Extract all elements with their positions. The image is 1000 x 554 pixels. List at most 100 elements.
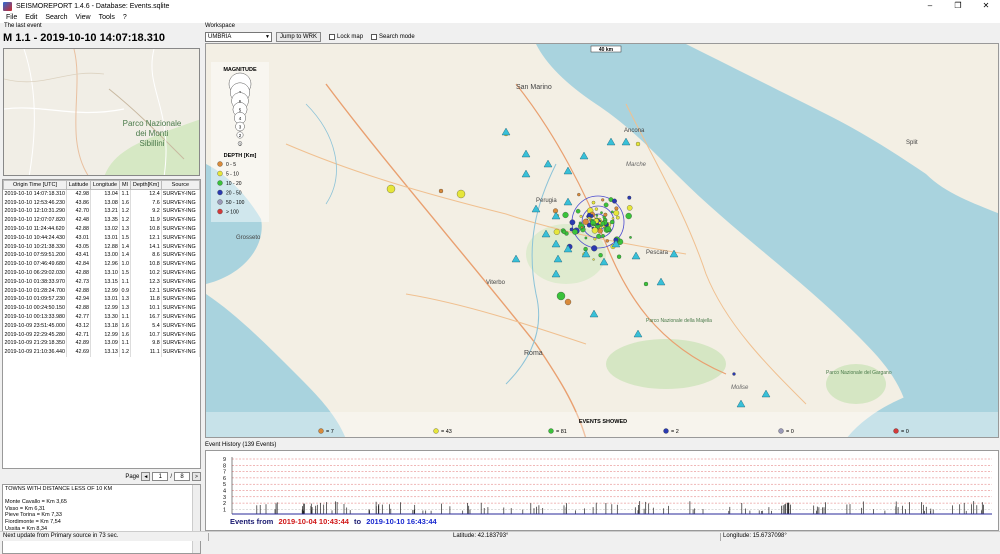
event-marker[interactable] [591,227,599,234]
menu-help[interactable]: ? [123,14,127,21]
event-marker[interactable] [598,253,603,258]
event-marker[interactable] [578,223,585,230]
lock-map-checkbox[interactable]: Lock map [329,33,363,40]
table-row[interactable]: 2019-10-10 10:21:38.330 43.05 12.88 1.4 14.1… [3,242,200,252]
event-marker[interactable] [599,226,602,229]
maximize-button[interactable]: ❐ [944,0,972,12]
table-row[interactable]: 2019-10-10 07:46:49.680 42.84 12.96 1.0 10.8… [3,259,200,269]
event-marker[interactable] [598,221,602,225]
event-marker[interactable] [635,141,641,147]
table-row[interactable]: 2019-10-10 12:07:07.820 42.48 13.35 1.2 11.9… [3,215,200,225]
event-marker[interactable] [592,224,595,227]
event-marker[interactable] [600,211,603,215]
col-longitude[interactable]: Longitude [90,180,120,190]
event-history-chart[interactable]: 987654321 Events from 2019-10-04 10:43:4… [205,450,999,531]
event-marker[interactable] [579,214,583,218]
event-marker[interactable] [732,372,736,376]
col-origin-time[interactable]: Origin Time [UTC] [3,180,68,190]
event-marker[interactable] [626,205,633,211]
event-marker[interactable] [438,188,444,194]
table-row[interactable]: 2019-10-10 14:07:18.310 42.98 13.04 1.1 12.4… [3,189,200,199]
event-marker[interactable] [577,192,581,197]
table-row[interactable]: 2019-10-10 06:29:02.030 42.88 13.10 1.5 10.2… [3,268,200,278]
pager-prev-button[interactable]: ◄ [141,472,151,481]
event-marker[interactable] [584,236,588,240]
event-marker[interactable] [561,229,567,235]
table-row[interactable]: 2019-10-10 00:13:33.980 42.77 13.30 1.1 16.7… [3,312,200,322]
table-row[interactable]: 2019-10-09 21:29:18.350 42.89 13.09 1.1 9.8 S… [3,339,200,348]
event-marker[interactable] [603,202,609,208]
event-marker[interactable] [614,206,619,211]
table-row[interactable]: 2019-10-09 21:10:36.440 42.69 13.13 1.2 11.1… [3,347,200,357]
minimize-button[interactable]: – [916,0,944,12]
col-latitude[interactable]: Latitude [66,180,92,190]
jump-to-workspace-button[interactable]: Jump to WRK [276,31,322,42]
pager-current-input[interactable]: 1 [152,472,169,481]
event-marker[interactable] [611,217,615,220]
event-marker[interactable] [587,212,592,218]
event-marker[interactable] [605,226,611,232]
towns-text-box[interactable]: TOWNS WITH DISTANCE LESS OF 10 KM Monte … [2,484,201,554]
table-row[interactable]: 2019-10-10 12:53:46.230 43.86 13.08 1.6 7.6 S… [3,198,200,208]
event-marker[interactable] [591,200,596,205]
event-marker[interactable] [564,298,572,306]
menu-tools[interactable]: Tools [99,14,115,21]
menu-edit[interactable]: Edit [25,14,37,21]
last-event-mini-map[interactable]: Parco Nazionale dei Monti Sibillini [3,48,200,176]
region-select[interactable]: UMBRIA ▼ [205,31,272,42]
menu-file[interactable]: File [6,14,17,21]
event-marker[interactable] [612,198,617,204]
table-row[interactable]: 2019-10-09 23:51:45.000 43.12 13.18 1.6 5.4 S… [3,321,200,331]
menu-search[interactable]: Search [45,14,67,21]
table-row[interactable]: 2019-10-10 11:24:44.620 42.88 13.02 1.3 10.8… [3,224,200,234]
menu-view[interactable]: View [76,14,91,21]
col-ml[interactable]: Ml [118,180,132,190]
col-depth[interactable]: Depth[Km] [130,180,162,190]
event-marker[interactable] [605,239,609,243]
event-marker[interactable] [386,184,396,194]
event-marker[interactable] [613,210,620,216]
event-marker[interactable] [616,254,622,259]
table-row[interactable]: 2019-10-10 00:24:50.150 42.88 12.99 1.3 10.1… [3,303,200,313]
event-marker[interactable] [595,214,599,217]
event-marker[interactable] [594,207,599,211]
table-row[interactable]: 2019-10-10 01:28:24.700 42.88 12.99 0.9 12.1… [3,286,200,296]
event-marker[interactable] [602,225,606,228]
event-marker[interactable] [582,218,589,225]
event-marker[interactable] [572,229,578,235]
table-row[interactable]: 2019-10-10 07:59:51.200 43.41 13.00 1.4 8.6 S… [3,251,200,260]
event-marker[interactable] [610,210,614,214]
col-source[interactable]: Source [160,180,200,190]
events-table[interactable]: Origin Time [UTC] Latitude Longitude Ml … [2,179,201,469]
towns-scrollbar[interactable] [192,485,200,553]
event-marker[interactable] [643,281,649,287]
event-marker[interactable] [629,236,632,239]
event-marker[interactable] [603,212,608,217]
event-marker[interactable] [625,212,632,220]
event-marker[interactable] [600,221,606,226]
event-marker[interactable] [562,211,569,219]
table-row[interactable]: 2019-10-10 10:44:24.430 43.01 13.01 1.5 12.1… [3,233,200,243]
event-marker[interactable] [553,228,560,235]
table-row[interactable]: 2019-10-10 12:10:31.290 42.70 13.21 1.2 9.2 S… [3,207,200,216]
event-marker[interactable] [591,245,598,252]
event-marker[interactable] [627,195,632,200]
event-marker[interactable] [593,237,597,241]
event-marker[interactable] [575,208,581,214]
table-row[interactable]: 2019-10-09 22:29:45.280 42.71 12.99 1.6 10.7… [3,330,200,340]
event-marker[interactable] [556,291,566,301]
event-marker[interactable] [592,258,595,261]
event-marker[interactable] [569,219,576,226]
search-mode-checkbox[interactable]: Search mode [371,33,415,40]
main-map[interactable]: San Marino Ancona Marche Grosseto Roma P… [205,43,999,438]
event-marker[interactable] [580,226,583,229]
table-row[interactable]: 2019-10-10 01:09:57.230 42.94 13.01 1.3 11.8… [3,295,200,304]
event-marker[interactable] [601,198,605,202]
event-marker[interactable] [596,233,602,239]
event-marker[interactable] [610,219,615,225]
pager-next-button[interactable]: > [192,472,201,481]
event-marker[interactable] [615,215,620,220]
table-row[interactable]: 2019-10-10 01:38:33.970 42.73 13.15 1.1 12.3… [3,277,200,287]
event-marker[interactable] [456,189,466,199]
close-button[interactable]: ✕ [972,0,1000,12]
